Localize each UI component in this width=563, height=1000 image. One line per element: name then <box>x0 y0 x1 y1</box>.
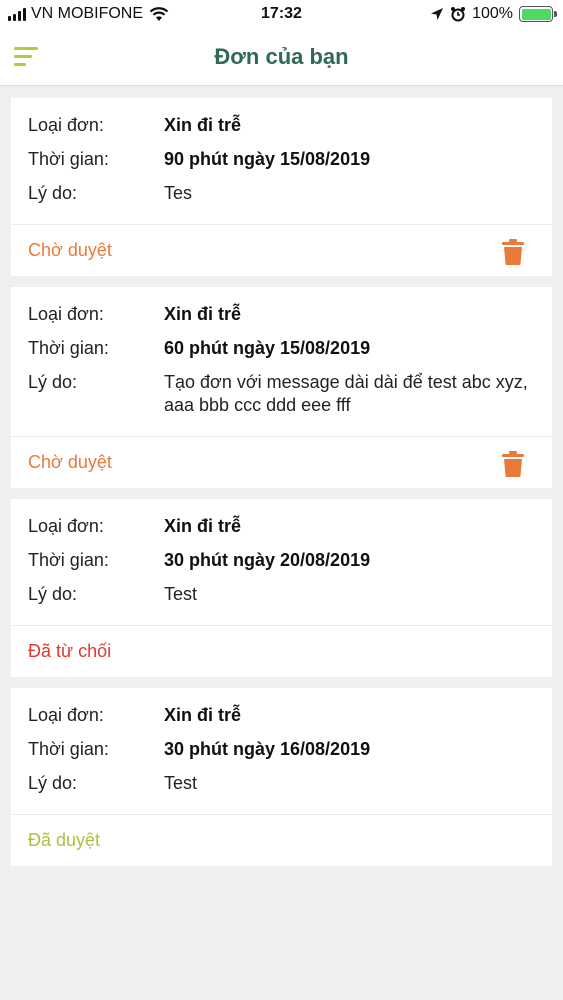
request-type-value: Xin đi trễ <box>164 115 242 135</box>
request-reason-row: Lý do: Tạo đơn với message dài dài để te… <box>28 371 535 417</box>
request-card[interactable]: Loại đơn: Xin đi trễ Thời gian: 90 phút … <box>11 98 552 276</box>
request-time-label: Thời gian: <box>28 739 109 759</box>
request-card[interactable]: Loại đơn: Xin đi trễ Thời gian: 60 phút … <box>11 287 552 488</box>
request-time-row: Thời gian: 30 phút ngày 16/08/2019 <box>28 738 535 761</box>
request-type-value: Xin đi trễ <box>164 516 242 536</box>
page-title: Đơn của bạn <box>214 44 349 69</box>
request-type-label: Loại đơn: <box>28 304 104 324</box>
request-reason-row: Lý do: Test <box>28 583 535 606</box>
request-time-value: 30 phút ngày 16/08/2019 <box>164 739 371 759</box>
location-icon <box>431 8 444 20</box>
request-reason-row: Lý do: Test <box>28 772 535 795</box>
status-bar: VN MOBIFONE 17:32 100% <box>0 0 563 30</box>
alarm-icon <box>451 7 466 22</box>
request-reason-label: Lý do: <box>28 183 78 203</box>
nav-bar: Đơn của bạn <box>0 30 563 86</box>
request-type-row: Loại đơn: Xin đi trễ <box>28 114 535 137</box>
request-footer: Đã duyệt <box>11 814 552 866</box>
battery-percent: 100% <box>472 5 513 22</box>
status-badge: Chờ duyệt <box>28 452 112 472</box>
request-time-value: 60 phút ngày 15/08/2019 <box>164 338 371 358</box>
request-type-label: Loại đơn: <box>28 516 104 536</box>
request-details: Loại đơn: Xin đi trễ Thời gian: 30 phút … <box>11 688 552 814</box>
request-time-row: Thời gian: 60 phút ngày 15/08/2019 <box>28 337 535 360</box>
status-badge: Chờ duyệt <box>28 240 112 260</box>
request-reason-label: Lý do: <box>28 584 78 604</box>
request-reason-value: Test <box>164 773 198 793</box>
request-details: Loại đơn: Xin đi trễ Thời gian: 90 phút … <box>11 98 552 224</box>
request-details: Loại đơn: Xin đi trễ Thời gian: 60 phút … <box>11 287 552 436</box>
request-reason-label: Lý do: <box>28 773 78 793</box>
request-type-label: Loại đơn: <box>28 115 104 135</box>
request-footer: Chờ duyệt <box>11 224 552 276</box>
request-card[interactable]: Loại đơn: Xin đi trễ Thời gian: 30 phút … <box>11 688 552 866</box>
request-reason-row: Lý do: Tes <box>28 182 535 205</box>
request-time-row: Thời gian: 30 phút ngày 20/08/2019 <box>28 549 535 572</box>
request-list: Loại đơn: Xin đi trễ Thời gian: 90 phút … <box>11 98 552 877</box>
request-footer: Đã từ chối <box>11 625 552 677</box>
battery-icon <box>519 6 557 22</box>
request-time-value: 30 phút ngày 20/08/2019 <box>164 550 371 570</box>
request-details: Loại đơn: Xin đi trễ Thời gian: 30 phút … <box>11 499 552 625</box>
request-time-label: Thời gian: <box>28 550 109 570</box>
trash-icon[interactable] <box>502 239 524 265</box>
request-reason-value: Tes <box>164 183 193 203</box>
request-reason-value: Test <box>164 584 198 604</box>
request-time-label: Thời gian: <box>28 149 109 169</box>
request-footer: Chờ duyệt <box>11 436 552 488</box>
request-reason-value: Tạo đơn với message dài dài để test abc … <box>164 372 528 415</box>
request-type-row: Loại đơn: Xin đi trễ <box>28 303 535 326</box>
request-reason-label: Lý do: <box>28 372 78 392</box>
request-type-label: Loại đơn: <box>28 705 104 725</box>
request-type-value: Xin đi trễ <box>164 705 242 725</box>
request-time-value: 90 phút ngày 15/08/2019 <box>164 149 371 169</box>
status-right: 100% <box>430 5 557 23</box>
status-badge: Đã duyệt <box>28 830 101 850</box>
request-time-label: Thời gian: <box>28 338 109 358</box>
request-time-row: Thời gian: 90 phút ngày 15/08/2019 <box>28 148 535 171</box>
request-card[interactable]: Loại đơn: Xin đi trễ Thời gian: 30 phút … <box>11 499 552 677</box>
status-badge: Đã từ chối <box>28 641 112 661</box>
request-type-row: Loại đơn: Xin đi trễ <box>28 515 535 538</box>
request-type-row: Loại đơn: Xin đi trễ <box>28 704 535 727</box>
trash-icon[interactable] <box>502 451 524 477</box>
request-type-value: Xin đi trễ <box>164 304 242 324</box>
